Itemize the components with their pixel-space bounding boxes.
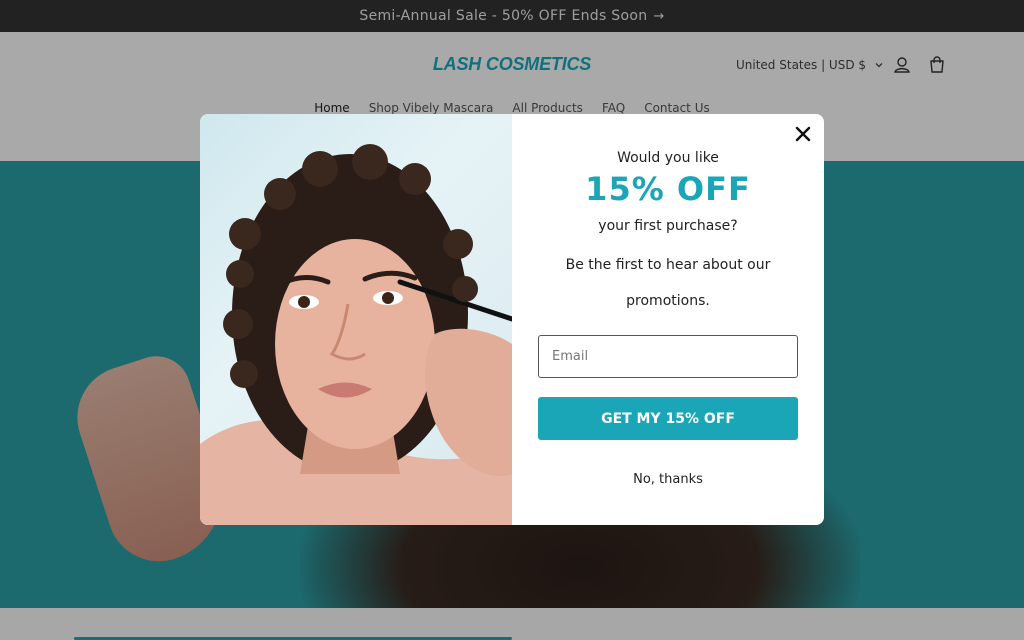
popup-headline: 15% OFF: [585, 170, 751, 208]
popup-content: Would you like 15% OFF your first purcha…: [512, 114, 824, 525]
popup-description: Be the first to hear about our promotion…: [565, 257, 771, 309]
discount-popup: Would you like 15% OFF your first purcha…: [200, 114, 824, 525]
get-discount-button[interactable]: GET MY 15% OFF: [538, 397, 798, 440]
popup-photo: [200, 114, 512, 525]
popup-intro-text: Would you like: [617, 150, 719, 166]
woman-applying-mascara-image: [200, 144, 512, 525]
no-thanks-link[interactable]: No, thanks: [512, 472, 824, 487]
close-icon[interactable]: [792, 123, 814, 145]
popup-subtext: your first purchase?: [598, 218, 738, 234]
email-field[interactable]: [538, 335, 798, 378]
